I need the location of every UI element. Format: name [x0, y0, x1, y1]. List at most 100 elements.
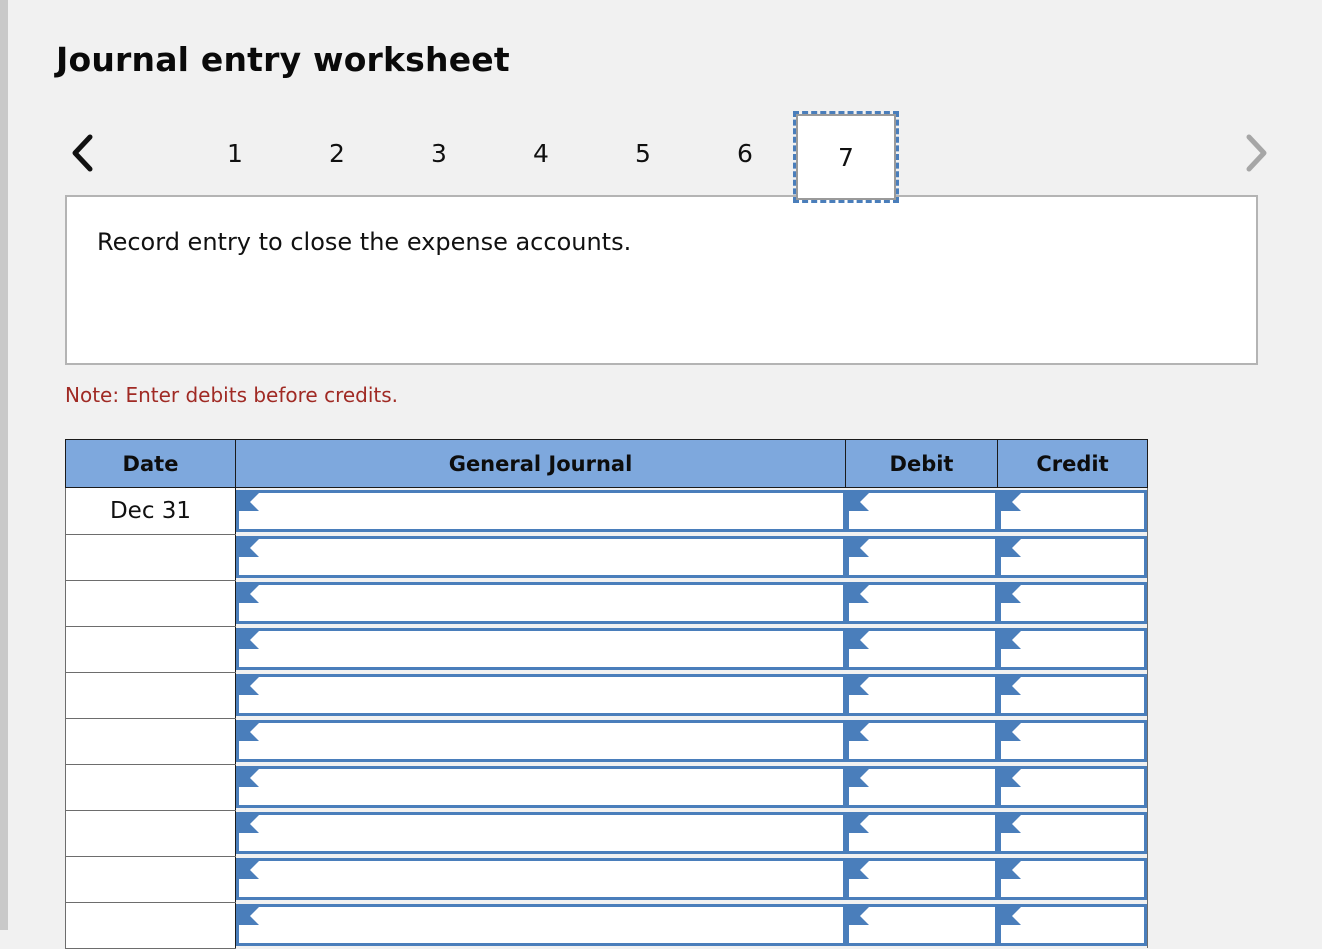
credit-field-value[interactable] — [1023, 815, 1139, 851]
general-journal-field[interactable] — [236, 812, 846, 854]
general-journal-field[interactable] — [236, 628, 846, 670]
debit-field[interactable] — [845, 858, 998, 900]
debit-field-value[interactable] — [871, 539, 989, 575]
general-journal-field-value[interactable] — [261, 493, 837, 529]
credit-field[interactable] — [997, 536, 1147, 578]
debit-field-value[interactable] — [871, 907, 989, 943]
debit-field-cell — [845, 718, 998, 764]
credit-field[interactable] — [997, 490, 1147, 532]
tab-6[interactable]: 6 — [706, 122, 784, 184]
debit-field[interactable] — [845, 490, 998, 532]
next-entry-button[interactable] — [1232, 126, 1278, 180]
date-cell[interactable] — [65, 764, 236, 811]
tab-3[interactable]: 3 — [400, 122, 478, 184]
page-title: Journal entry worksheet — [56, 40, 510, 79]
credit-field-value[interactable] — [1023, 539, 1139, 575]
credit-field[interactable] — [997, 674, 1147, 716]
tab-4[interactable]: 4 — [502, 122, 580, 184]
credit-field-value[interactable] — [1023, 631, 1139, 667]
date-cell[interactable] — [65, 672, 236, 719]
general-journal-field-value[interactable] — [261, 631, 837, 667]
general-journal-field[interactable] — [236, 720, 846, 762]
general-journal-field[interactable] — [236, 904, 846, 946]
debit-field[interactable] — [845, 766, 998, 808]
general-journal-field-value[interactable] — [261, 861, 837, 897]
tab-7[interactable]: 7 — [793, 111, 899, 203]
general-journal-field-value[interactable] — [261, 769, 837, 805]
date-cell[interactable] — [65, 718, 236, 765]
credit-field-cell — [997, 718, 1148, 764]
debit-field-value[interactable] — [871, 723, 989, 759]
date-cell[interactable] — [65, 902, 236, 949]
debit-field-value[interactable] — [871, 815, 989, 851]
date-cell[interactable] — [65, 580, 236, 627]
debit-field-value[interactable] — [871, 769, 989, 805]
debit-field-value[interactable] — [871, 631, 989, 667]
debit-field[interactable] — [845, 720, 998, 762]
general-journal-field[interactable] — [236, 766, 846, 808]
credit-field-value[interactable] — [1023, 861, 1139, 897]
debit-field-value[interactable] — [871, 861, 989, 897]
general-journal-field-cell — [235, 672, 846, 718]
debits-before-credits-note: Note: Enter debits before credits. — [65, 383, 399, 407]
debit-field-value[interactable] — [871, 677, 989, 713]
debit-field[interactable] — [845, 582, 998, 624]
credit-field[interactable] — [997, 766, 1147, 808]
debit-field-cell — [845, 764, 998, 810]
debit-field[interactable] — [845, 536, 998, 578]
debit-field-cell — [845, 534, 998, 580]
credit-field-cell — [997, 487, 1148, 534]
date-cell[interactable] — [65, 534, 236, 581]
credit-field[interactable] — [997, 904, 1147, 946]
date-cell[interactable]: Dec 31 — [65, 487, 236, 535]
previous-entry-button[interactable] — [60, 126, 106, 180]
credit-field-cell — [997, 902, 1148, 948]
debit-field[interactable] — [845, 628, 998, 670]
debit-field[interactable] — [845, 904, 998, 946]
general-journal-field-value[interactable] — [261, 677, 837, 713]
tab-label: 3 — [431, 138, 447, 168]
tab-1[interactable]: 1 — [196, 122, 274, 184]
general-journal-field-value[interactable] — [261, 539, 837, 575]
credit-field[interactable] — [997, 582, 1147, 624]
credit-field-value[interactable] — [1023, 493, 1139, 529]
tab-2[interactable]: 2 — [298, 122, 376, 184]
credit-field-cell — [997, 810, 1148, 856]
debit-field-value[interactable] — [871, 585, 989, 621]
table-row — [65, 856, 1148, 903]
table-row: Dec 31 — [65, 487, 1148, 535]
table-row — [65, 580, 1148, 627]
general-journal-field-value[interactable] — [261, 585, 837, 621]
debit-field-cell — [845, 672, 998, 718]
general-journal-field-cell — [235, 534, 846, 580]
debit-field-value[interactable] — [871, 493, 989, 529]
general-journal-field-value[interactable] — [261, 815, 837, 851]
debit-field[interactable] — [845, 674, 998, 716]
credit-field-value[interactable] — [1023, 723, 1139, 759]
general-journal-field-value[interactable] — [261, 723, 837, 759]
credit-field-value[interactable] — [1023, 677, 1139, 713]
general-journal-field[interactable] — [236, 674, 846, 716]
date-cell[interactable] — [65, 626, 236, 673]
debit-field-cell — [845, 902, 998, 948]
tab-5[interactable]: 5 — [604, 122, 682, 184]
date-cell[interactable] — [65, 856, 236, 903]
date-cell[interactable] — [65, 810, 236, 857]
credit-field[interactable] — [997, 628, 1147, 670]
worksheet-inner: Journal entry worksheet 1 2 3 4 5 6 7 Re… — [8, 0, 1322, 949]
credit-field[interactable] — [997, 720, 1147, 762]
credit-field-cell — [997, 672, 1148, 718]
general-journal-field-value[interactable] — [261, 907, 837, 943]
credit-field-value[interactable] — [1023, 769, 1139, 805]
credit-field[interactable] — [997, 858, 1147, 900]
general-journal-field[interactable] — [236, 858, 846, 900]
general-journal-field[interactable] — [236, 582, 846, 624]
general-journal-field-cell — [235, 810, 846, 856]
debit-field[interactable] — [845, 812, 998, 854]
general-journal-field[interactable] — [236, 536, 846, 578]
credit-field-value[interactable] — [1023, 907, 1139, 943]
credit-field-value[interactable] — [1023, 585, 1139, 621]
general-journal-field-cell — [235, 856, 846, 902]
general-journal-field[interactable] — [236, 490, 846, 532]
credit-field[interactable] — [997, 812, 1147, 854]
